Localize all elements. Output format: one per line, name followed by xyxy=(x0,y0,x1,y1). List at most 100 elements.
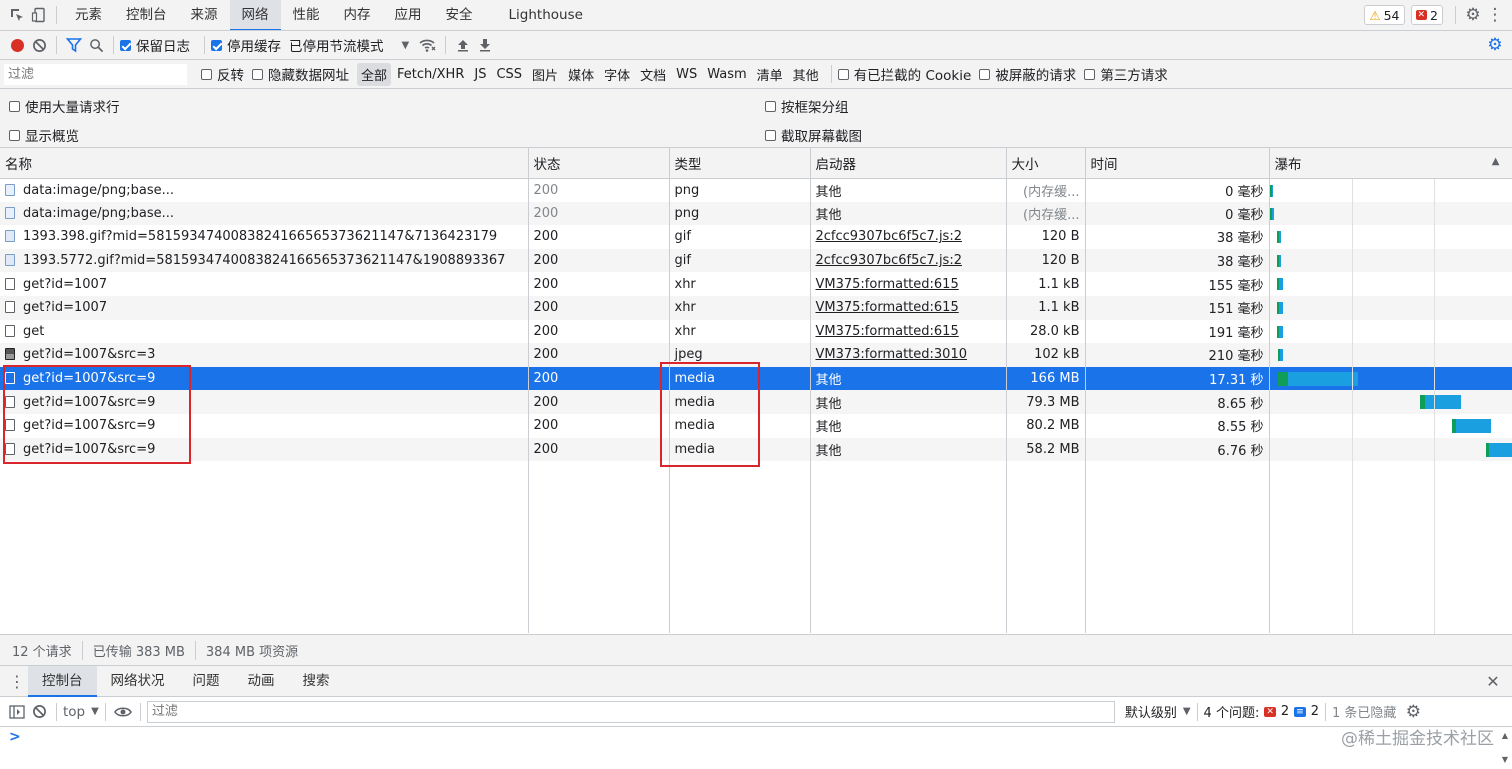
table-row[interactable]: get?id=1007 200 xhr VM375:formatted:615 1.1 … xyxy=(0,272,1512,296)
clear-console-icon[interactable] xyxy=(28,701,50,723)
type-filter-3[interactable]: CSS xyxy=(492,67,526,82)
table-row[interactable]: 1393.5772.gif?mid=5815934740083824166565… xyxy=(0,248,1512,273)
table-row[interactable]: get 200 xhr VM375:formatted:615 28.0 kB 191 毫… xyxy=(0,319,1512,344)
table-row[interactable]: data:image/png;base... 200 png 其他 (内存缓... 0 毫… xyxy=(0,178,1512,202)
table-row[interactable]: get?id=1007&src=9 200 media 其他 166 MB 17.31 秒 xyxy=(0,366,1512,391)
initiator-link[interactable]: VM375:formatted:615 xyxy=(816,324,959,339)
drawer-tab-0[interactable]: 控制台 xyxy=(28,665,97,697)
column-header-initiator[interactable]: 启动器 xyxy=(810,148,1007,179)
column-header-size[interactable]: 大小 xyxy=(1006,148,1086,179)
filter-input[interactable] xyxy=(4,63,187,85)
tab-8[interactable]: Lighthouse xyxy=(497,0,595,30)
initiator-link[interactable]: VM375:formatted:615 xyxy=(816,277,959,292)
device-toolbar-icon[interactable] xyxy=(28,4,50,26)
close-drawer-icon[interactable]: ✕ xyxy=(1482,670,1504,692)
table-row[interactable]: get?id=1007&src=9 200 media 其他 80.2 MB 8.55 秒 xyxy=(0,413,1512,438)
drawer-menu-icon[interactable]: ⋮ xyxy=(6,670,28,692)
type-filter-9[interactable]: Wasm xyxy=(703,67,750,82)
initiator-link[interactable]: 2cfcc9307bc6f5c7.js:2 xyxy=(816,229,962,244)
log-level-select[interactable]: 默认级别 ▼ xyxy=(1125,702,1191,721)
cell-name[interactable]: get?id=1007&src=9 xyxy=(0,413,529,438)
scroll-up-arrow-icon[interactable]: ▲ xyxy=(1502,731,1508,740)
table-row[interactable]: get?id=1007&src=9 200 media 其他 79.3 MB 8.65 秒 xyxy=(0,390,1512,414)
type-filter-7[interactable]: 文档 xyxy=(636,65,670,84)
type-filter-4[interactable]: 图片 xyxy=(528,65,562,84)
network-conditions-wifi-icon[interactable] xyxy=(417,34,439,56)
column-header-time[interactable]: 时间 xyxy=(1085,148,1270,179)
inspect-element-icon[interactable] xyxy=(6,4,28,26)
type-filter-11[interactable]: 其他 xyxy=(789,65,823,84)
console-prompt-area[interactable]: > ▲ ▼ @稀土掘金技术社区 xyxy=(0,727,1512,769)
export-har-icon[interactable] xyxy=(474,34,496,56)
record-icon[interactable] xyxy=(6,34,28,56)
cell-name[interactable]: get?id=1007 xyxy=(0,295,529,320)
drawer-tab-4[interactable]: 搜索 xyxy=(289,666,344,697)
blocked-cookies-checkbox[interactable]: 有已拦截的 Cookie xyxy=(837,64,971,84)
table-row[interactable]: data:image/png;base... 200 png 其他 (内存缓... 0 毫… xyxy=(0,201,1512,226)
group-by-frame-checkbox[interactable]: 按框架分组 xyxy=(765,96,849,116)
preserve-log-checkbox[interactable]: 保留日志 xyxy=(120,35,190,55)
cell-name[interactable]: get?id=1007 xyxy=(0,272,529,296)
column-header-name[interactable]: 名称 xyxy=(0,148,529,179)
hide-data-urls-checkbox[interactable]: 隐藏数据网址 xyxy=(252,64,349,84)
drawer-tab-2[interactable]: 问题 xyxy=(179,666,234,697)
third-party-checkbox[interactable]: 第三方请求 xyxy=(1084,64,1168,84)
initiator-link[interactable]: 2cfcc9307bc6f5c7.js:2 xyxy=(816,253,962,268)
initiator-link[interactable]: VM373:formatted:3010 xyxy=(816,347,968,362)
throttling-select[interactable]: 已停用节流模式 ▼ xyxy=(289,35,409,55)
issues-summary[interactable]: 4 个问题: ✕ 2 ≡ 2 xyxy=(1204,702,1319,721)
tab-4[interactable]: 性能 xyxy=(281,0,332,30)
type-filter-0[interactable]: 全部 xyxy=(357,62,392,86)
more-options-icon[interactable]: ⋮ xyxy=(1484,4,1506,26)
clear-icon[interactable] xyxy=(28,34,50,56)
tab-7[interactable]: 安全 xyxy=(434,0,485,30)
import-har-icon[interactable] xyxy=(452,34,474,56)
column-header-waterfall[interactable]: 瀑布 ▲ xyxy=(1269,148,1512,179)
tab-6[interactable]: 应用 xyxy=(383,0,434,30)
context-select[interactable]: top ▼ xyxy=(63,704,99,720)
search-icon[interactable] xyxy=(85,34,107,56)
type-filter-8[interactable]: WS xyxy=(672,67,701,82)
settings-gear-icon[interactable]: ⚙ xyxy=(1462,4,1484,26)
console-settings-gear-icon[interactable]: ⚙ xyxy=(1402,701,1424,723)
tab-3[interactable]: 网络 xyxy=(229,0,281,30)
console-filter-input[interactable] xyxy=(146,700,1115,723)
cell-name[interactable]: 1393.398.gif?mid=58159347400838241665653… xyxy=(0,225,529,249)
tab-0[interactable]: 元素 xyxy=(63,0,114,30)
show-sidebar-icon[interactable] xyxy=(6,701,28,723)
cell-name[interactable]: data:image/png;base... xyxy=(0,178,529,202)
cell-name[interactable]: get?id=1007&src=9 xyxy=(0,390,529,414)
filter-icon[interactable] xyxy=(63,34,85,56)
table-row[interactable]: get?id=1007&src=9 200 media 其他 58.2 MB 6.76 秒 xyxy=(0,437,1512,462)
show-overview-checkbox[interactable]: 显示概览 xyxy=(9,125,79,145)
live-expression-eye-icon[interactable] xyxy=(112,701,134,723)
type-filter-2[interactable]: JS xyxy=(470,67,490,82)
large-rows-checkbox[interactable]: 使用大量请求行 xyxy=(9,96,120,116)
tab-5[interactable]: 内存 xyxy=(332,0,383,30)
table-row[interactable]: 1393.398.gif?mid=58159347400838241665653… xyxy=(0,225,1512,249)
column-header-type[interactable]: 类型 xyxy=(669,148,811,179)
scroll-down-arrow-icon[interactable]: ▼ xyxy=(1502,755,1508,764)
cell-name[interactable]: get?id=1007&src=3 xyxy=(0,343,529,367)
type-filter-6[interactable]: 字体 xyxy=(600,65,634,84)
column-header-status[interactable]: 状态 xyxy=(528,148,670,179)
initiator-link[interactable]: VM375:formatted:615 xyxy=(816,300,959,315)
table-row[interactable]: get?id=1007 200 xhr VM375:formatted:615 1.1 … xyxy=(0,295,1512,320)
cell-name[interactable]: get?id=1007&src=9 xyxy=(0,437,529,462)
type-filter-5[interactable]: 媒体 xyxy=(564,65,598,84)
drawer-tab-3[interactable]: 动画 xyxy=(234,666,289,697)
cell-name[interactable]: get xyxy=(0,319,529,344)
invert-checkbox[interactable]: 反转 xyxy=(201,64,244,84)
type-filter-10[interactable]: 清单 xyxy=(753,65,787,84)
cell-name[interactable]: get?id=1007&src=9 xyxy=(0,366,529,391)
tab-2[interactable]: 来源 xyxy=(179,0,230,30)
capture-screenshots-checkbox[interactable]: 截取屏幕截图 xyxy=(765,125,862,145)
drawer-tab-1[interactable]: 网络状况 xyxy=(97,666,179,697)
type-filter-1[interactable]: Fetch/XHR xyxy=(393,67,468,82)
cell-name[interactable]: 1393.5772.gif?mid=5815934740083824166565… xyxy=(0,248,529,273)
disable-cache-checkbox[interactable]: 停用缓存 xyxy=(211,35,281,55)
warnings-badge[interactable]: ⚠ 54 xyxy=(1364,5,1405,25)
tab-1[interactable]: 控制台 xyxy=(114,0,179,30)
cell-name[interactable]: data:image/png;base... xyxy=(0,201,529,226)
errors-badge[interactable]: ✕ 2 xyxy=(1410,5,1443,25)
